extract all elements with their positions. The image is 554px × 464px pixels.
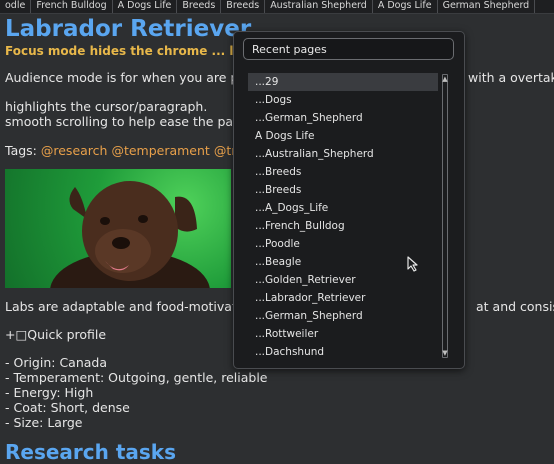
scroll-up-icon[interactable]: ▲ <box>441 75 449 83</box>
paragraph-text: Labs are adaptable and food-motivate <box>5 299 245 314</box>
list-item[interactable]: ...Poodle <box>248 235 438 253</box>
paragraph-text-right: with a overtak <box>468 70 554 85</box>
list-item[interactable]: ...Golden_Retriever <box>248 271 438 289</box>
list-item[interactable]: ...Dogs <box>248 91 438 109</box>
list-item[interactable]: ...Labrador_Retriever <box>248 289 438 307</box>
list-item[interactable]: A Dogs Life <box>248 127 438 145</box>
profile-item: - Coat: Short, dense <box>5 400 130 415</box>
tab-item[interactable]: Breeds <box>221 0 266 13</box>
recent-pages-popup: ...29 ...Dogs ...German_Shepherd A Dogs … <box>233 31 465 369</box>
tab-item[interactable]: A Dogs Life <box>373 0 438 13</box>
scroll-down-icon[interactable]: ▼ <box>441 349 449 357</box>
profile-item: - Temperament: Outgoing, gentle, reliabl… <box>5 370 268 385</box>
tab-item[interactable]: Breeds <box>177 0 222 13</box>
mouse-cursor-icon <box>407 256 418 272</box>
list-item[interactable]: ...Rottweiler <box>248 325 438 343</box>
section-heading: Research tasks <box>5 440 177 464</box>
paragraph-text: Audience mode is for when you are pr <box>5 70 244 85</box>
recent-pages-list: ...29 ...Dogs ...German_Shepherd A Dogs … <box>248 73 438 361</box>
tab-item[interactable]: German Shepherd <box>438 0 536 13</box>
tab-bar: odle French Bulldog A Dogs Life Breeds B… <box>0 0 554 14</box>
tab-item[interactable]: Australian Shepherd <box>265 0 373 13</box>
scrollbar-track[interactable] <box>442 74 448 358</box>
labrador-image <box>50 181 210 288</box>
list-item[interactable]: ...Breeds <box>248 181 438 199</box>
dog-photo <box>5 169 231 288</box>
list-item[interactable]: ...German_Shepherd <box>248 109 438 127</box>
list-item[interactable]: ...French_Bulldog <box>248 217 438 235</box>
tag-link[interactable]: @research <box>41 143 108 158</box>
profile-item: - Energy: High <box>5 385 94 400</box>
paragraph-text-right: at and consiste <box>476 299 554 314</box>
recent-pages-input[interactable] <box>243 38 454 60</box>
tab-item[interactable]: odle <box>0 0 32 13</box>
list-item[interactable]: ...A_Dogs_Life <box>248 199 438 217</box>
list-scrollbar[interactable]: ▲ ▼ <box>441 74 449 358</box>
profile-item: - Size: Large <box>5 415 83 430</box>
tag-link[interactable]: @temperament <box>111 143 209 158</box>
tab-item[interactable]: French Bulldog <box>31 0 113 13</box>
list-item[interactable]: ...Australian_Shepherd <box>248 145 438 163</box>
tab-item[interactable]: A Dogs Life <box>113 0 178 13</box>
list-item[interactable]: ...German_Shepherd <box>248 307 438 325</box>
list-item[interactable]: ...Dachshund <box>248 343 438 361</box>
tags-label: Tags: <box>5 143 37 158</box>
list-item[interactable]: ...Breeds <box>248 163 438 181</box>
list-item[interactable]: ...29 <box>248 73 438 91</box>
